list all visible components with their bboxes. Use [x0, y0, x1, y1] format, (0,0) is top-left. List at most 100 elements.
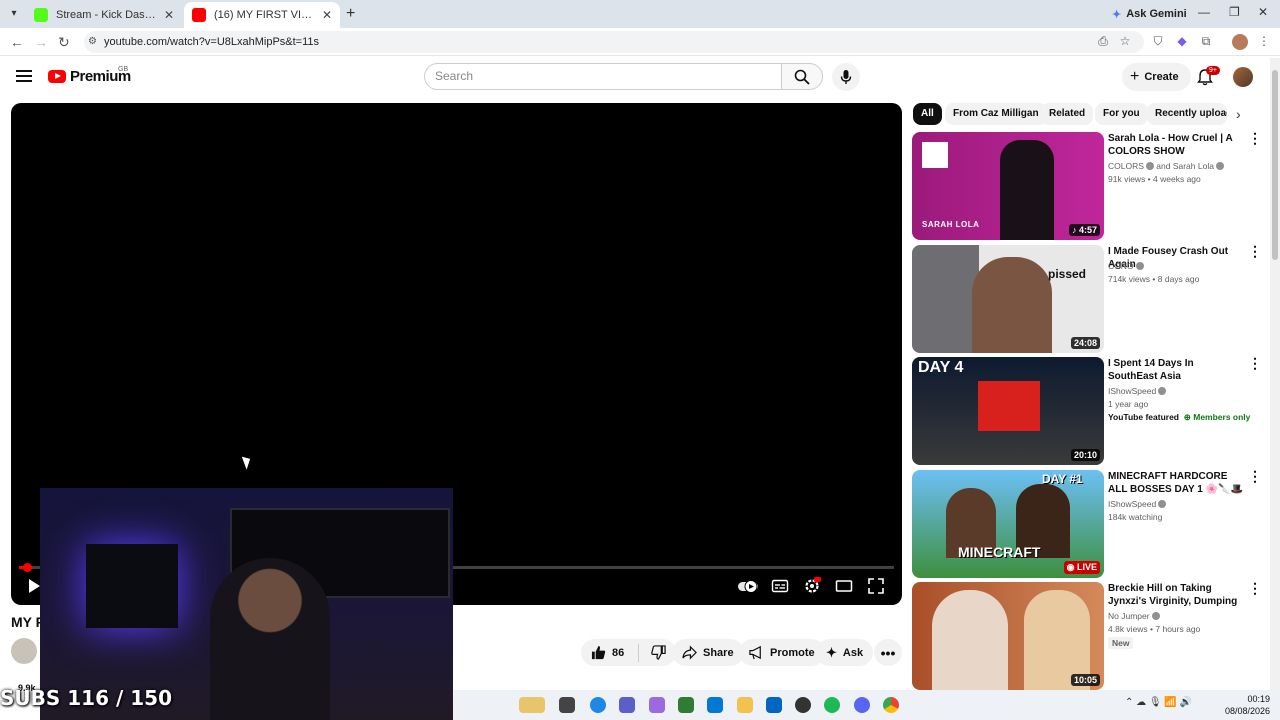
like-count: 86	[612, 646, 625, 659]
share-button[interactable]: Share	[672, 639, 744, 666]
teams-icon[interactable]	[619, 697, 635, 713]
install-app-icon[interactable]: ⎙	[1095, 34, 1111, 50]
copilot-icon[interactable]	[649, 697, 665, 713]
more-vertical-icon[interactable]: ⋮	[1248, 356, 1262, 370]
video-thumbnail[interactable]: SARAH LOLA ♪ 4:57	[912, 132, 1104, 240]
ask-button[interactable]: ✦ Ask	[816, 639, 874, 666]
extension-icon[interactable]: ◆	[1174, 34, 1190, 50]
megaphone-icon	[749, 645, 761, 660]
page-scrollbar[interactable]	[1270, 58, 1280, 690]
reload-icon[interactable]: ↻	[58, 34, 70, 51]
more-vertical-icon[interactable]: ⋮	[1248, 131, 1262, 145]
channel-name[interactable]: IShowSpeed	[1108, 385, 1167, 398]
like-button[interactable]: 86	[581, 639, 677, 666]
video-thumbnail[interactable]: DAY 4 20:10	[912, 357, 1104, 465]
scrollbar-thumb[interactable]	[1272, 70, 1278, 260]
recommendation-title[interactable]: Sarah Lola - How Cruel | A COLORS SHOW	[1108, 132, 1244, 158]
theater-mode-icon[interactable]	[835, 577, 853, 595]
profile-avatar[interactable]	[1232, 34, 1248, 50]
store-icon[interactable]	[766, 697, 782, 713]
back-icon[interactable]: ←	[10, 34, 24, 50]
search-icon	[794, 69, 810, 85]
close-tab-icon[interactable]: ✕	[164, 8, 174, 22]
recommendation-title[interactable]: MINECRAFT HARDCORE ALL BOSSES DAY 1 🌸🔪🎩 …	[1108, 470, 1244, 496]
recommendation-item[interactable]: SARAH LOLA ♪ 4:57 Sarah Lola - How Cruel…	[912, 131, 1264, 240]
chip-for-you[interactable]: For you	[1095, 103, 1148, 125]
chip-all[interactable]: All	[913, 103, 942, 125]
edge-icon[interactable]	[590, 697, 606, 713]
tab-list-icon[interactable]: ▾	[6, 6, 22, 22]
shield-extension-icon[interactable]: ⛉	[1150, 34, 1166, 50]
file-explorer-icon[interactable]	[737, 697, 753, 713]
clock-time: 00:19	[1247, 694, 1270, 704]
obs-icon[interactable]	[795, 697, 811, 713]
site-info-icon[interactable]: ⚙	[88, 31, 97, 53]
recommendation-item[interactable]: DAY #1 MINECRAFT ◉ LIVE MINECRAFT HARDCO…	[912, 469, 1264, 578]
spotify-icon[interactable]	[824, 697, 840, 713]
discord-icon[interactable]	[854, 697, 870, 713]
fullscreen-icon[interactable]	[867, 577, 885, 595]
ask-gemini-button[interactable]: ✦ Ask Gemini	[1104, 4, 1195, 24]
chip-recently-uploaded[interactable]: Recently upload	[1147, 103, 1227, 125]
video-thumbnail[interactable]: pissed 24:08	[912, 245, 1104, 353]
more-actions-button[interactable]: •••	[874, 639, 902, 666]
voice-search-button[interactable]	[832, 63, 860, 91]
gemini-icon: ✦	[1112, 8, 1122, 21]
bookmark-star-icon[interactable]: ☆	[1117, 34, 1133, 50]
scrubber-handle[interactable]	[23, 563, 32, 572]
settings-gear-icon[interactable]	[803, 577, 821, 595]
system-tray-icons[interactable]: ⌃ ☁ 🎙 📶 🔊	[1125, 697, 1192, 708]
forward-icon[interactable]: →	[34, 34, 48, 50]
search-input[interactable]: Search	[424, 63, 782, 90]
minimize-icon[interactable]: —	[1198, 5, 1210, 19]
subtitles-icon[interactable]	[771, 577, 789, 595]
close-window-icon[interactable]: ✕	[1258, 5, 1268, 19]
colors-logo	[922, 142, 948, 168]
url-field[interactable]: ⚙ youtube.com/watch?v=U8LxahMipPs&t=11s	[84, 31, 1144, 53]
browser-tab-bar: ▾ Stream - Kick Dashboard ✕ (16) MY FIRS…	[0, 0, 1280, 28]
video-thumbnail[interactable]: DAY #1 MINECRAFT ◉ LIVE	[912, 470, 1104, 578]
chevron-right-icon[interactable]: ›	[1236, 106, 1241, 122]
create-button[interactable]: + Create	[1122, 63, 1191, 91]
hamburger-menu-icon[interactable]	[16, 68, 32, 84]
extensions-puzzle-icon[interactable]: ⧉	[1198, 34, 1214, 50]
restore-icon[interactable]: ❐	[1229, 5, 1240, 19]
thumbs-down-icon[interactable]	[651, 645, 666, 660]
browser-menu-icon[interactable]: ⋮	[1256, 34, 1272, 50]
channel-avatar[interactable]	[11, 638, 37, 664]
channel-name[interactable]: COLORS and Sarah Lola	[1108, 160, 1224, 173]
channel-name[interactable]: IShowSpeed	[1108, 498, 1167, 511]
recommendation-title[interactable]: Breckie Hill on Taking Jynxzi's Virginit…	[1108, 582, 1244, 608]
recommendation-title[interactable]: I Spent 14 Days In SouthEast Asia	[1108, 357, 1244, 383]
chip-from-caz-milligan[interactable]: From Caz Milligan	[945, 103, 1047, 125]
close-tab-icon[interactable]: ✕	[322, 8, 332, 22]
live-badge: ◉ LIVE	[1063, 561, 1100, 574]
chip-related[interactable]: Related	[1041, 103, 1094, 125]
new-tab-button[interactable]: +	[346, 5, 355, 23]
widgets-icon[interactable]	[519, 697, 545, 713]
app-icon[interactable]	[678, 697, 694, 713]
recommendation-item[interactable]: DAY 4 20:10 I Spent 14 Days In SouthEast…	[912, 356, 1264, 465]
channel-name[interactable]: No Jumper	[1108, 610, 1160, 623]
outlook-icon[interactable]	[707, 697, 723, 713]
autoplay-toggle-icon[interactable]	[737, 577, 759, 595]
promote-button[interactable]: Promote	[739, 639, 825, 666]
chrome-icon[interactable]	[883, 697, 899, 713]
more-vertical-icon[interactable]: ⋮	[1248, 581, 1262, 595]
duration-badge: 20:10	[1070, 449, 1100, 461]
taskbar-clock[interactable]: 00:19 08/08/2026	[1222, 693, 1270, 717]
more-horizontal-icon: •••	[880, 644, 896, 661]
members-only-badge: ⊕ Members only	[1183, 412, 1251, 422]
channel-name[interactable]: CONO	[1108, 260, 1144, 273]
search-button[interactable]	[781, 63, 823, 90]
tab-kick[interactable]: Stream - Kick Dashboard ✕	[26, 2, 182, 28]
task-view-icon[interactable]	[559, 697, 575, 713]
recommendation-item[interactable]: 10:05 Breckie Hill on Taking Jynxzi's Vi…	[912, 581, 1264, 690]
video-meta: 184k watching	[1108, 512, 1163, 522]
video-thumbnail[interactable]: 10:05	[912, 582, 1104, 690]
tab-youtube[interactable]: (16) MY FIRST VIDEO! - YouTube ✕	[184, 2, 340, 28]
account-avatar[interactable]	[1233, 67, 1253, 87]
more-vertical-icon[interactable]: ⋮	[1248, 469, 1262, 483]
more-vertical-icon[interactable]: ⋮	[1248, 244, 1262, 258]
recommendation-item[interactable]: pissed 24:08 I Made Fousey Crash Out Aga…	[912, 244, 1264, 353]
